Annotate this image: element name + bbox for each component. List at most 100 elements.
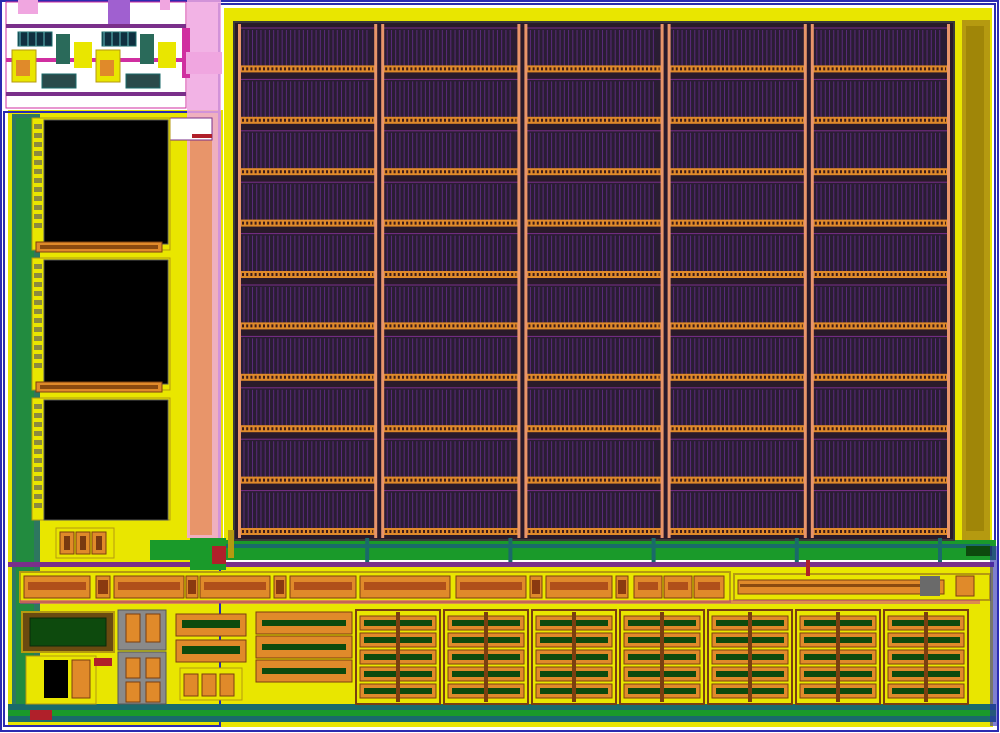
driver-core-10 — [532, 580, 540, 594]
memory-tap-2-11 — [34, 363, 42, 368]
column-tap-3 — [651, 538, 656, 562]
cell-array — [228, 21, 955, 562]
memory-tap-3-7 — [34, 467, 42, 472]
memory-tap-2-9 — [34, 345, 42, 350]
memory-macro-2 — [43, 259, 169, 385]
logic-pink-tab — [186, 52, 222, 74]
column-divider-right-2 — [517, 24, 521, 538]
switch-b-2 — [145, 657, 161, 679]
memory-macro-1 — [43, 119, 169, 245]
memory-tap-2-0 — [34, 264, 42, 269]
column-divider-right-5 — [947, 24, 950, 538]
mux-core-1 — [182, 620, 240, 628]
strip-magenta-rail — [20, 600, 980, 604]
column-divider-left-2 — [381, 24, 385, 538]
column-tap-2 — [508, 538, 513, 562]
analog-block — [29, 617, 107, 647]
memory-macro-3 — [43, 399, 169, 521]
switch-b-1 — [125, 657, 141, 679]
green-horizontal-bus — [150, 540, 996, 560]
driver-core-4 — [188, 580, 196, 594]
column-divider-right-3 — [660, 24, 664, 538]
bottom-block-3-spine — [572, 612, 576, 702]
bottom-block-5-spine — [748, 612, 752, 702]
column-tap-4 — [794, 538, 799, 562]
memory-tap-3-5 — [34, 449, 42, 454]
logic-orange-0 — [16, 60, 30, 76]
column-tap-5 — [938, 538, 942, 562]
column-divider-right-4 — [803, 24, 807, 538]
driver-core-11 — [550, 582, 608, 590]
driver-core-2 — [98, 580, 108, 594]
driver-core-7 — [294, 582, 352, 590]
memory-tap-3-9 — [34, 485, 42, 490]
memory-tap-2-7 — [34, 327, 42, 332]
buffer-core-3 — [262, 668, 346, 674]
switch-b-3 — [125, 681, 141, 703]
cap-red-tab — [94, 658, 112, 666]
memory-tap-2-10 — [34, 354, 42, 359]
column-tap-1 — [365, 538, 370, 562]
logic-cell-c-1 — [125, 73, 161, 89]
switch-1 — [125, 613, 141, 643]
logic-rail-bottom — [6, 92, 186, 96]
driver-core-6 — [276, 580, 284, 594]
memory-tap-2-3 — [34, 291, 42, 296]
memory-tap-1-10 — [34, 214, 42, 219]
right-end-cell — [955, 575, 975, 597]
bus-junction-red — [212, 546, 226, 564]
memory-tap-1-6 — [34, 178, 42, 183]
memory-tap-3-2 — [34, 422, 42, 427]
bottom-block-1-spine — [396, 612, 400, 702]
memory-tap-3-6 — [34, 458, 42, 463]
switch-b-4 — [145, 681, 161, 703]
right-driver-stub — [806, 560, 810, 576]
right-bus-terminal — [966, 546, 992, 556]
memory-tap-1-7 — [34, 187, 42, 192]
memory-tap-1-4 — [34, 160, 42, 165]
buffer-core-1 — [262, 620, 346, 626]
ic-layout-view — [0, 0, 1000, 733]
driver-core-5 — [204, 582, 266, 590]
memory-tap-1-9 — [34, 205, 42, 210]
right-driver-tap — [920, 576, 940, 596]
cap-block — [44, 660, 68, 698]
memory-tap-3-4 — [34, 440, 42, 445]
memory-tap-2-4 — [34, 300, 42, 305]
memory-tap-3-3 — [34, 431, 42, 436]
small-cell-2 — [201, 673, 217, 697]
small-cell-3 — [219, 673, 235, 697]
memory-tap-2-6 — [34, 318, 42, 323]
small-cell-1 — [183, 673, 199, 697]
olive-right-inner — [966, 26, 984, 531]
memory-tap-2-5 — [34, 309, 42, 314]
memory-tap-3-10 — [34, 494, 42, 499]
memory-strap-inner-1 — [40, 245, 158, 249]
logic-rail-top — [6, 24, 186, 28]
memory-tap-3-11 — [34, 503, 42, 508]
driver-core-3 — [118, 582, 180, 590]
driver-core-12 — [618, 580, 626, 594]
memory-strap-inner-2 — [40, 385, 158, 389]
column-divider-left-1 — [238, 24, 241, 538]
column-divider-right-1 — [374, 24, 378, 538]
logic-cell-c-0 — [41, 73, 77, 89]
cap-side — [71, 659, 91, 699]
logic-cell-a-1 — [101, 31, 137, 47]
io-core-2 — [80, 536, 86, 550]
logic-red-strap — [192, 134, 212, 138]
driver-core-9 — [460, 582, 522, 590]
memory-tap-3-0 — [34, 404, 42, 409]
ic-layout-canvas — [0, 0, 1000, 733]
memory-tap-3-1 — [34, 413, 42, 418]
io-core-3 — [96, 536, 102, 550]
bottom-green-bus — [8, 710, 996, 716]
logic-pad-1 — [18, 0, 38, 14]
teal-horizontal-bus — [220, 544, 990, 548]
column-divider-left-5 — [810, 24, 814, 538]
memory-tap-1-8 — [34, 196, 42, 201]
memory-tap-1-11 — [34, 223, 42, 228]
driver-core-8 — [364, 582, 446, 590]
logic-pad-2 — [108, 0, 130, 26]
driver-core-1 — [28, 582, 86, 590]
